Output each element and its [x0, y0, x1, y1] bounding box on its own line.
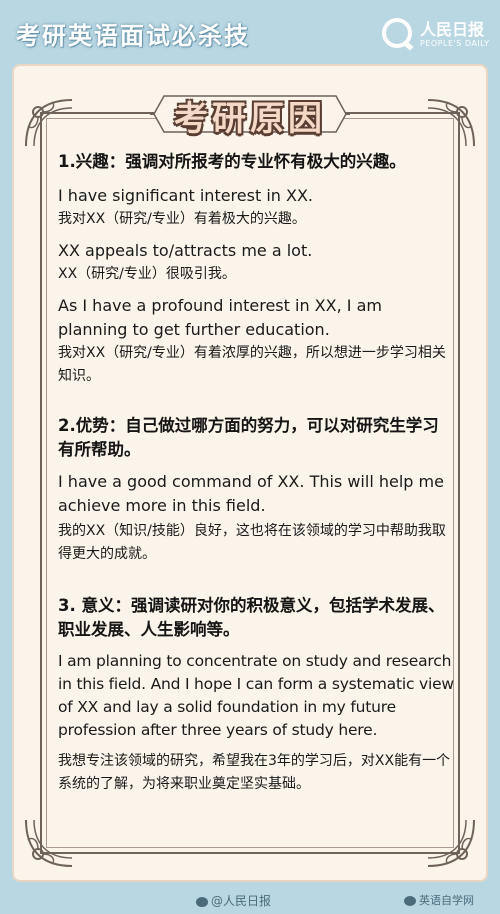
- wechat-account: 英语自学网: [419, 894, 474, 907]
- corner-ornament-icon: [424, 816, 478, 870]
- section-advantage: 2.优势：自己做过哪方面的努力，可以对研究生学习有所帮助。 I have a g…: [58, 414, 454, 566]
- corner-ornament-icon: [22, 96, 76, 150]
- main-content: 1.兴趣：强调对所报考的专业怀有极大的兴趣。 I have significan…: [58, 150, 454, 796]
- peoples-daily-logo: 人民日报 PEOPLE'S DAILY: [382, 16, 492, 56]
- corner-ornament-icon: [22, 816, 76, 870]
- chinese-translation: 我对XX（研究/专业）有着浓厚的兴趣，所以想进一步学习相关知识。: [58, 345, 446, 384]
- at-sign-icon: [382, 18, 412, 48]
- chinese-translation: 我想专注该领域的研究，希望我在3年的学习后，对XX能有一个系统的了解，为将来职业…: [58, 753, 451, 792]
- chinese-translation: XX（研究/专业）很吸引我。: [58, 266, 236, 282]
- section-heading: 2.优势：自己做过哪方面的努力，可以对研究生学习有所帮助。: [58, 416, 439, 459]
- logo-text-cn: 人民日报: [420, 20, 485, 39]
- wechat-watermark: 英语自学网: [404, 892, 474, 908]
- chinese-translation: 我对XX（研究/专业）有着极大的兴趣。: [58, 211, 306, 227]
- page-header: 考研英语面试必杀技 人民日报 PEOPLE'S DAILY: [0, 0, 500, 66]
- english-sentence: XX appeals to/attracts me a lot.: [58, 241, 313, 260]
- english-sentence: I have significant interest in XX.: [58, 186, 313, 205]
- weibo-handle: @人民日报: [211, 894, 272, 908]
- wechat-icon: [404, 896, 416, 906]
- section-heading: 1.兴趣：强调对所报考的专业怀有极大的兴趣。: [58, 152, 406, 171]
- section-banner: 考研原因: [150, 86, 350, 142]
- english-sentence: I have a good command of XX. This will h…: [58, 472, 444, 515]
- logo-text-en: PEOPLE'S DAILY: [420, 39, 490, 48]
- weibo-watermark: @人民日报: [196, 892, 271, 909]
- english-sentence: As I have a profound interest in XX, I a…: [58, 296, 382, 339]
- section-heading: 3. 意义：强调读研对你的积极意义，包括学术发展、职业发展、人生影响等。: [58, 596, 445, 639]
- section-interest: 1.兴趣：强调对所报考的专业怀有极大的兴趣。 I have significan…: [58, 150, 454, 388]
- banner-title: 考研原因: [174, 99, 326, 139]
- english-sentence: I am planning to concentrate on study an…: [58, 652, 454, 739]
- weibo-icon: [196, 896, 208, 907]
- section-significance: 3. 意义：强调读研对你的积极意义，包括学术发展、职业发展、人生影响等。 I a…: [58, 594, 454, 796]
- page-title: 考研英语面试必杀技: [16, 22, 250, 50]
- chinese-translation: 我的XX（知识/技能）良好，这也将在该领域的学习中帮助我取得更大的成就。: [58, 523, 446, 562]
- corner-ornament-icon: [424, 96, 478, 150]
